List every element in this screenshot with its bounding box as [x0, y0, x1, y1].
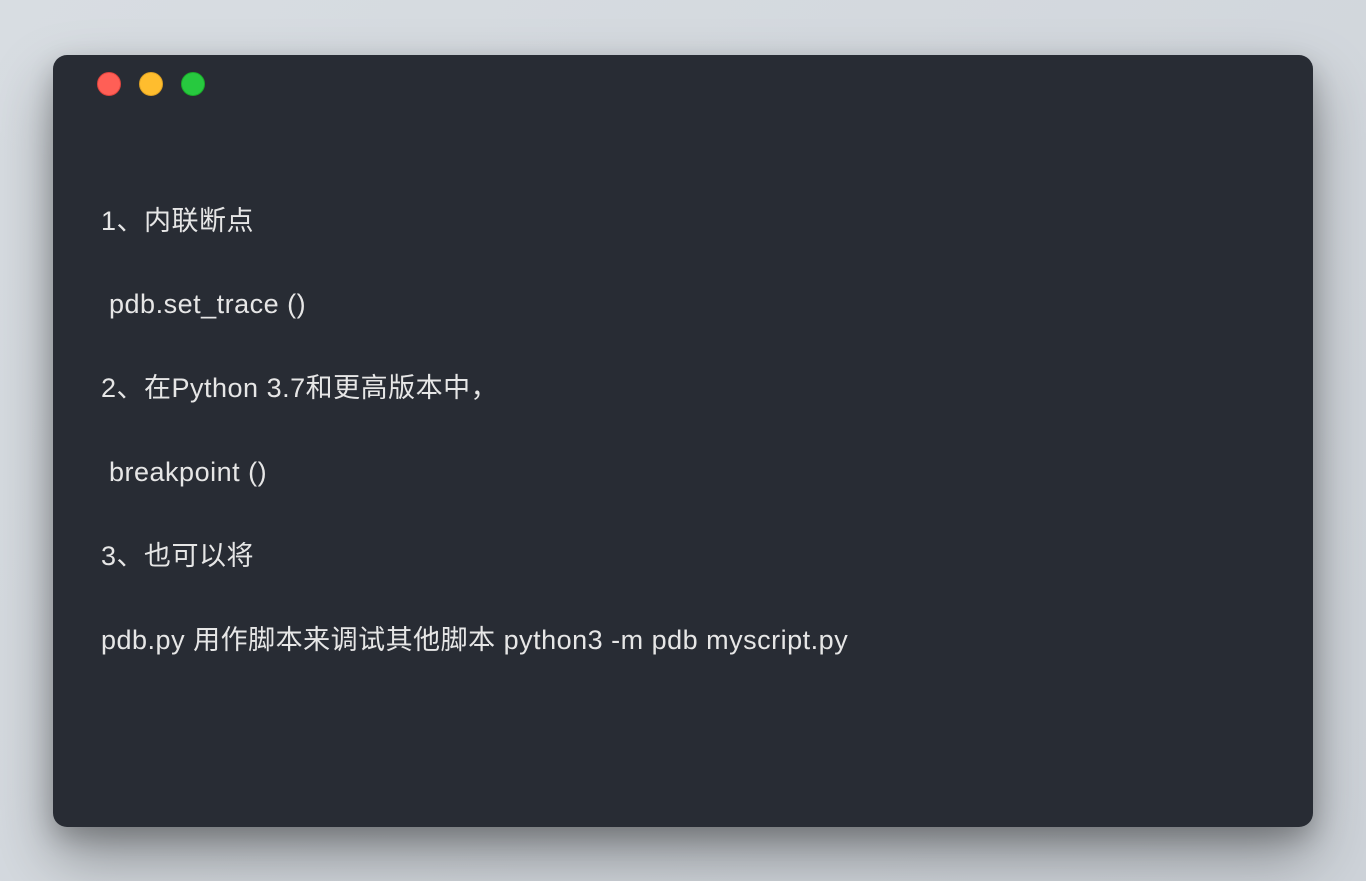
code-line: pdb.set_trace () [101, 284, 1265, 326]
minimize-icon[interactable] [139, 72, 163, 96]
code-line: 3、也可以将 [101, 536, 1265, 578]
code-line: pdb.py 用作脚本来调试其他脚本 python3 -m pdb myscri… [101, 620, 1265, 662]
code-content: 1、内联断点 pdb.set_trace () 2、在Python 3.7和更高… [53, 113, 1313, 702]
terminal-window: 1、内联断点 pdb.set_trace () 2、在Python 3.7和更高… [53, 55, 1313, 827]
window-titlebar [53, 55, 1313, 113]
code-line: 2、在Python 3.7和更高版本中， [101, 368, 1265, 410]
maximize-icon[interactable] [181, 72, 205, 96]
code-line: breakpoint () [101, 452, 1265, 494]
code-line: 1、内联断点 [101, 201, 1265, 243]
close-icon[interactable] [97, 72, 121, 96]
